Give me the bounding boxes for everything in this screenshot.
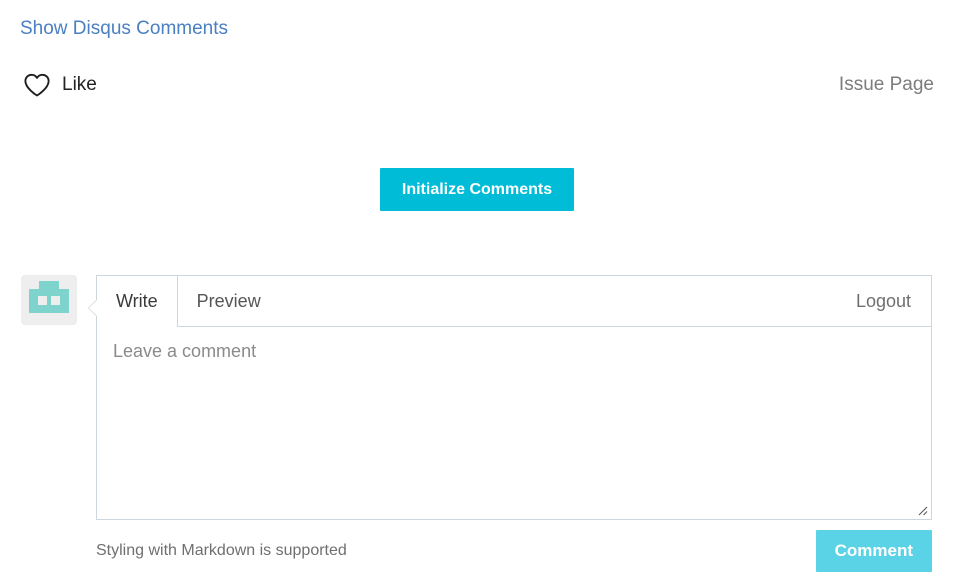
show-disqus-comments-link[interactable]: Show Disqus Comments — [20, 17, 228, 41]
editor-footer: Styling with Markdown is supported Comme… — [96, 528, 932, 574]
initialize-comments-container: Initialize Comments — [0, 168, 954, 211]
avatar — [21, 275, 77, 325]
heart-outline-icon — [22, 70, 52, 100]
logout-button[interactable]: Logout — [836, 276, 931, 327]
identicon-avatar-icon — [21, 275, 77, 325]
submit-comment-button[interactable]: Comment — [815, 530, 932, 572]
initialize-comments-button[interactable]: Initialize Comments — [379, 168, 575, 211]
issue-page-link[interactable]: Issue Page — [839, 72, 934, 98]
markdown-note: Styling with Markdown is supported — [96, 542, 347, 559]
comment-input[interactable] — [113, 340, 915, 505]
like-button[interactable]: Like — [22, 70, 97, 100]
tab-preview[interactable]: Preview — [178, 276, 280, 327]
comment-editor-box: Write Preview Logout — [88, 275, 932, 520]
tab-write[interactable]: Write — [97, 276, 178, 327]
like-label: Like — [62, 74, 97, 95]
editor-tab-row: Write Preview Logout — [97, 276, 931, 327]
textarea-resize-grip[interactable] — [914, 502, 928, 516]
editor-area — [97, 327, 931, 519]
